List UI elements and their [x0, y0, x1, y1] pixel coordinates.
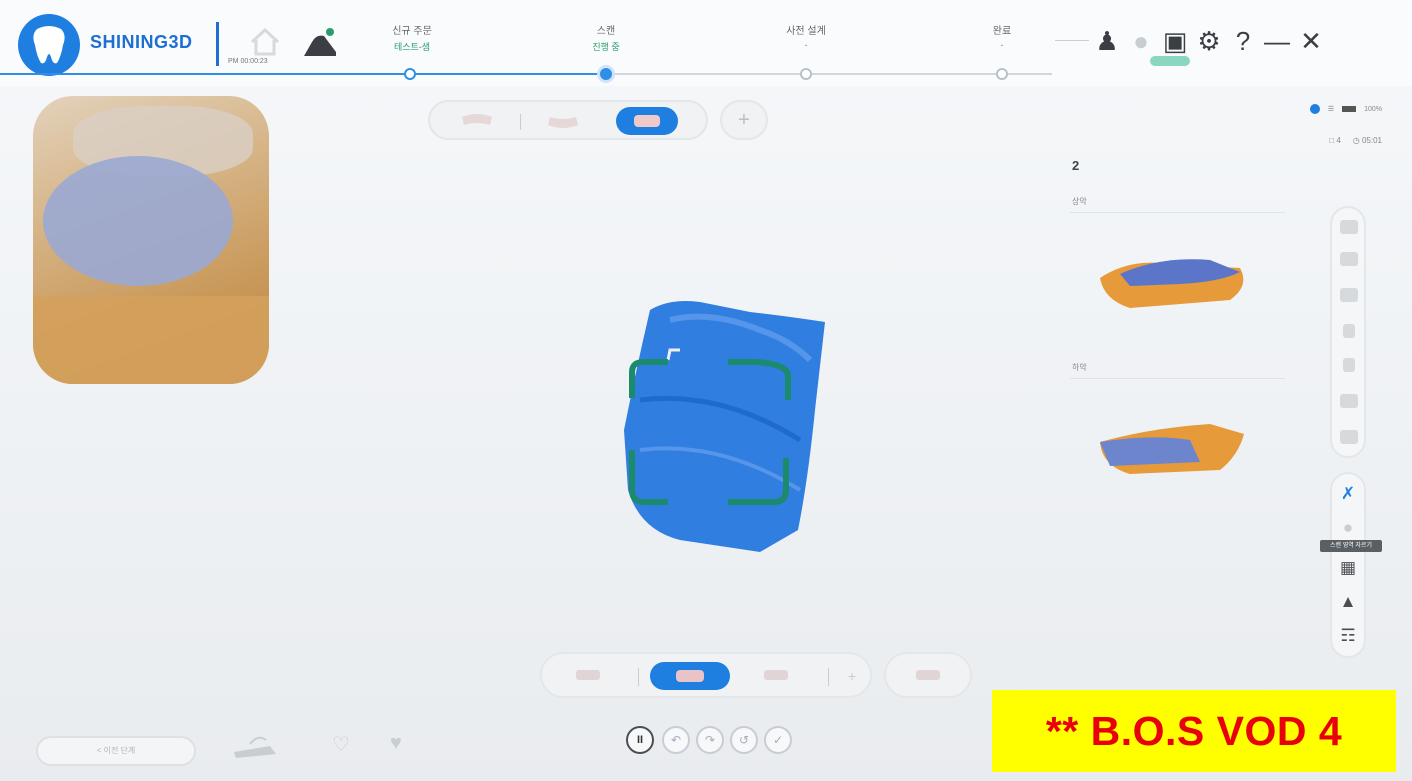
- user-divider: [1055, 40, 1089, 41]
- lower-scan-mode-button[interactable]: [752, 662, 800, 690]
- view-right-icon[interactable]: [1343, 358, 1355, 372]
- lower-jaw-button[interactable]: [538, 107, 588, 135]
- lower-jaw-thumbnail[interactable]: [1090, 412, 1260, 492]
- marker-icon[interactable]: ▲: [1332, 592, 1364, 612]
- wifi-icon: ☰: [1327, 106, 1335, 113]
- scan-3d-model[interactable]: [610, 290, 840, 560]
- help-icon[interactable]: ?: [1226, 26, 1260, 56]
- frame-count: □ 4: [1329, 136, 1341, 145]
- scan-timer: ◷ 05:01: [1352, 136, 1382, 145]
- tooth-filled-icon: ♥: [390, 732, 402, 754]
- user-icon[interactable]: ♟: [1090, 26, 1124, 56]
- bite-icon: [634, 115, 660, 127]
- edit-toolbar: ✗ ● ▦ ▲ ☶: [1330, 472, 1366, 658]
- vod-watermark: ** B.O.S VOD 4: [992, 690, 1396, 772]
- step-new-order-dot[interactable]: [404, 68, 416, 80]
- shining3d-logo: [18, 14, 80, 76]
- add-mode-icon[interactable]: +: [840, 662, 864, 690]
- upper-scan-icon: [576, 670, 600, 680]
- step-predesign-dot[interactable]: [800, 68, 812, 80]
- upper-jaw-button[interactable]: [452, 107, 502, 135]
- screen-icon[interactable]: ▣: [1158, 26, 1192, 56]
- reset-button[interactable]: ↺: [730, 726, 758, 754]
- connection-badge: [1150, 56, 1190, 66]
- scanner-status-icon: [1309, 104, 1320, 114]
- session-time: PM 00:00:23: [228, 58, 268, 65]
- device-status: ☰ 100%: [1309, 104, 1382, 114]
- gear-icon[interactable]: ⚙: [1192, 26, 1226, 56]
- progress-done-line: [0, 73, 606, 75]
- home-icon: [250, 27, 280, 56]
- bite-button[interactable]: [616, 107, 678, 135]
- tool-tooltip: 스캔 영역 자르기: [1320, 540, 1382, 552]
- view-bottom-icon[interactable]: [1340, 394, 1358, 408]
- lower-jaw-label: 하악: [1072, 363, 1087, 372]
- step-new-order-sub: 테스트-샘: [393, 42, 431, 52]
- undo-button[interactable]: ↶: [662, 726, 690, 754]
- bite-scan-mode-button[interactable]: [650, 662, 730, 690]
- lower-scan-icon: [764, 670, 788, 680]
- jaw-selector: [428, 100, 708, 140]
- lock-icon[interactable]: ●: [1332, 518, 1364, 538]
- previous-step-button[interactable]: < 이전 단계: [36, 736, 196, 766]
- step-complete-dot[interactable]: [996, 68, 1008, 80]
- step-new-order-label: 신규 주문: [392, 26, 432, 37]
- redo-button[interactable]: ↷: [696, 726, 724, 754]
- window-controls: ♟ ● ▣ ⚙ ? — ✕: [1090, 26, 1328, 56]
- battery-icon: [1342, 106, 1357, 112]
- confirm-button[interactable]: ✓: [764, 726, 792, 754]
- upper-jaw-label: 상악: [1072, 197, 1087, 206]
- view-back-icon[interactable]: [1340, 252, 1358, 266]
- scan-mode-toolbar: +: [540, 652, 872, 698]
- progress-remaining-line: [612, 73, 1052, 75]
- battery-level: 100%: [1364, 105, 1382, 113]
- cloud-icon: [304, 28, 336, 56]
- upper-scan-mode-button[interactable]: [564, 662, 612, 690]
- close-icon[interactable]: ✕: [1294, 26, 1328, 56]
- panel-title: 2: [1072, 158, 1080, 173]
- brand-name: SHINING3D: [90, 32, 193, 52]
- add-scan-button[interactable]: +: [720, 100, 768, 140]
- minimize-icon[interactable]: —: [1260, 26, 1294, 56]
- view-reset-icon[interactable]: [1340, 430, 1358, 444]
- home-button[interactable]: [246, 26, 284, 58]
- step-complete-label: 완료: [992, 26, 1012, 37]
- tooth-tool-icon[interactable]: ☶: [1332, 626, 1364, 646]
- scan-status: □ 4 ◷ 05:01: [1329, 136, 1382, 145]
- view-toolbar: [1330, 206, 1366, 458]
- view-left-icon[interactable]: [1343, 324, 1355, 338]
- tooth-outline-icon: ♡: [332, 734, 350, 756]
- step-scan-dot[interactable]: [600, 68, 612, 80]
- bite-scan-icon: [676, 670, 704, 682]
- view-front-icon[interactable]: [1340, 220, 1358, 234]
- upper-jaw-icon: [462, 114, 492, 125]
- brand-separator: [216, 22, 219, 66]
- tooth-logo-icon: [33, 26, 65, 64]
- step-scan-sub: 진행 중: [592, 42, 620, 52]
- power-icon[interactable]: ●: [1124, 26, 1158, 56]
- extra-scan-button[interactable]: [884, 652, 972, 698]
- lower-jaw-icon: [548, 117, 578, 128]
- step-scan-label: 스캔: [596, 26, 616, 37]
- upper-jaw-thumbnail[interactable]: [1090, 238, 1260, 318]
- step-predesign-sub: -: [804, 40, 808, 50]
- extra-scan-icon: [916, 670, 940, 680]
- select-area-icon[interactable]: ▦: [1332, 558, 1364, 578]
- view-top-icon[interactable]: [1340, 288, 1358, 302]
- pause-button[interactable]: II: [626, 726, 654, 754]
- cloud-button[interactable]: [300, 24, 340, 60]
- camera-preview: [33, 96, 269, 384]
- step-complete-sub: -: [1000, 40, 1004, 50]
- scanner-tip-icon: [234, 736, 276, 758]
- crop-area-icon[interactable]: ✗: [1332, 484, 1364, 504]
- step-predesign-label: 사전 설계: [786, 26, 826, 37]
